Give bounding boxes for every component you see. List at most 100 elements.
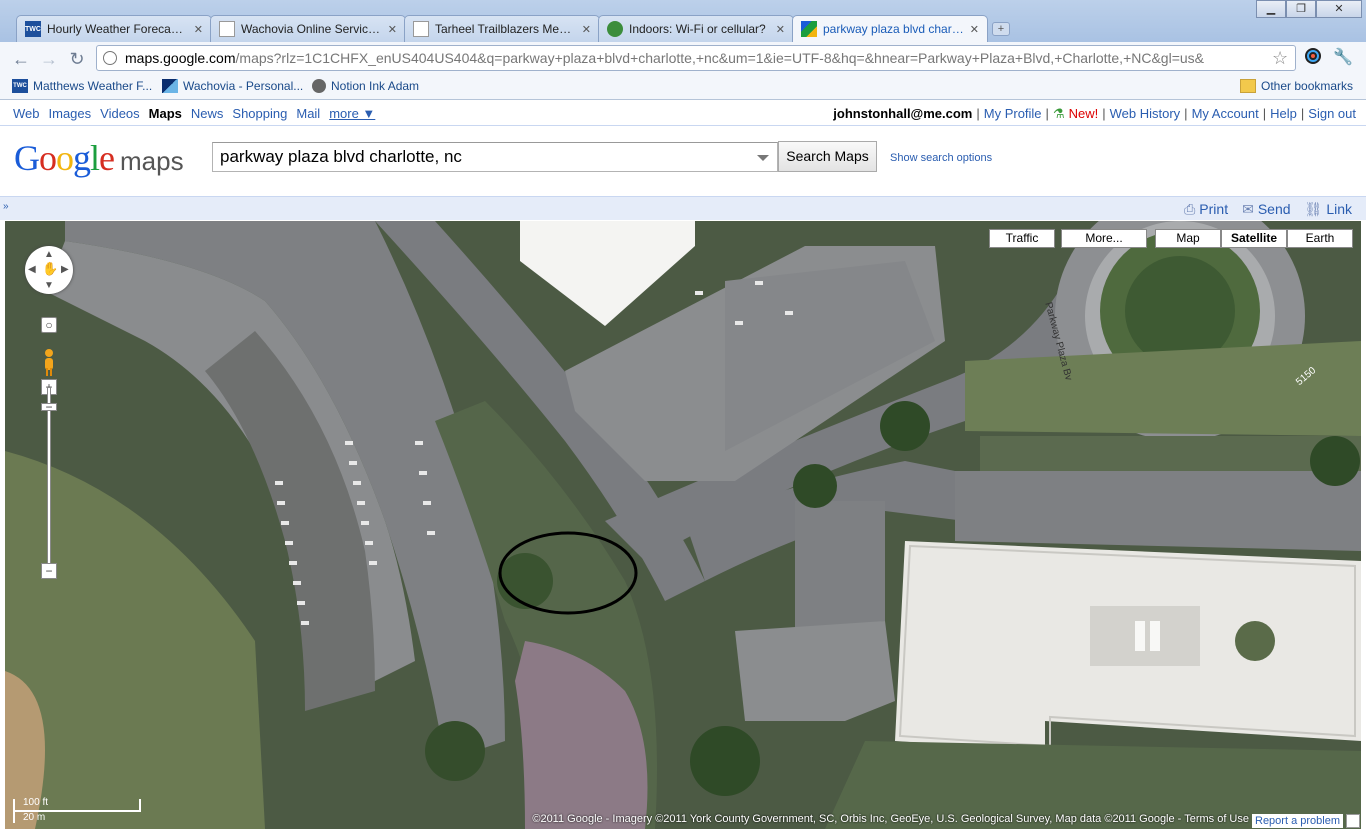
twc-icon: TWC <box>25 21 41 37</box>
tab-trailblazers[interactable]: Tarheel Trailblazers Mess... ✕ <box>404 15 600 42</box>
address-bar[interactable]: maps.google.com/maps?rlz=1C1CHFX_enUS404… <box>96 45 1296 71</box>
tab-google-maps[interactable]: parkway plaza blvd charl... ✕ <box>792 15 988 42</box>
pan-control[interactable]: ▲ ◀ ▶ ▼ ✋ <box>25 246 73 294</box>
map-type-map[interactable]: Map <box>1155 229 1221 248</box>
zoom-slider-thumb[interactable]: − <box>41 401 57 413</box>
close-tab-icon[interactable]: ✕ <box>776 23 785 36</box>
more-layers-button[interactable]: More... <box>1061 229 1147 248</box>
close-tab-icon[interactable]: ✕ <box>970 23 979 36</box>
maximize-button[interactable]: ❐ <box>1286 0 1316 18</box>
search-maps-button[interactable]: Search Maps <box>778 141 877 172</box>
pan-right-icon[interactable]: ▶ <box>61 264 69 275</box>
other-bookmarks-label: Other bookmarks <box>1261 79 1354 93</box>
my-profile-link[interactable]: My Profile <box>984 106 1042 122</box>
web-history-link[interactable]: Web History <box>1110 106 1181 122</box>
map-type-earth[interactable]: Earth <box>1287 229 1353 248</box>
gbar-news[interactable]: News <box>191 106 224 121</box>
gbar-more[interactable]: more ▼ <box>329 106 375 121</box>
folder-icon <box>1240 79 1256 93</box>
link-label: Link <box>1326 201 1352 217</box>
new-tab-button[interactable]: + <box>992 22 1010 36</box>
street-view-pegman-icon[interactable] <box>41 348 57 376</box>
logo-letter: g <box>73 138 91 178</box>
zoom-slider[interactable] <box>47 387 51 573</box>
bookmark-label: Wachovia - Personal... <box>183 79 304 93</box>
gbar-mail[interactable]: Mail <box>296 106 320 121</box>
url-host: maps.google.com <box>125 50 236 66</box>
forward-icon[interactable]: → <box>38 48 60 70</box>
tab-strip: TWC Hourly Weather Forecast ... ✕ Wachov… <box>0 0 1366 42</box>
separator: | <box>1300 106 1305 121</box>
close-tab-icon[interactable]: ✕ <box>194 23 203 36</box>
close-tab-icon[interactable]: ✕ <box>582 23 591 36</box>
globe-icon <box>607 21 623 37</box>
separator: | <box>976 106 980 121</box>
close-window-button[interactable]: ✕ <box>1316 0 1362 18</box>
print-link[interactable]: ⎙ Print <box>1184 201 1228 218</box>
bookmark-star-icon[interactable]: ☆ <box>1272 48 1288 69</box>
traffic-button[interactable]: Traffic <box>989 229 1055 248</box>
twc-icon: TWC <box>12 79 28 93</box>
google-maps-logo[interactable]: Google maps <box>14 137 184 179</box>
report-problem-link[interactable]: Report a problem <box>1252 814 1343 828</box>
tab-indoors[interactable]: Indoors: Wi-Fi or cellular? ✕ <box>598 15 794 42</box>
wrench-icon[interactable]: 🔧 <box>1333 47 1353 67</box>
bookmark-item[interactable]: Notion Ink Adam <box>312 79 419 93</box>
gbar-shopping[interactable]: Shopping <box>232 106 287 121</box>
close-tab-icon[interactable]: ✕ <box>388 23 397 36</box>
logo-letter: o <box>56 138 74 178</box>
other-bookmarks[interactable]: Other bookmarks <box>1240 79 1353 93</box>
url-path: /maps?rlz=1C1CHFX_enUS404US404&q=parkway… <box>235 50 1205 66</box>
show-search-options-link[interactable]: Show search options <box>890 152 992 164</box>
extension-icon[interactable] <box>1303 47 1323 67</box>
labs-new-link[interactable]: New! <box>1069 106 1099 122</box>
bookmark-label: Matthews Weather F... <box>33 79 153 93</box>
page-icon <box>219 21 235 37</box>
logo-letter: l <box>90 138 100 178</box>
tab-label: Tarheel Trailblazers Mess... <box>435 22 576 36</box>
page-icon <box>413 21 429 37</box>
rotate-control-icon[interactable]: ○ <box>41 317 57 333</box>
satellite-map[interactable]: Parkway Plaza Bv 5150 Traffic More... Ma… <box>5 221 1361 829</box>
map-scale: 100 ft 20 m <box>13 797 145 825</box>
pan-up-icon[interactable]: ▲ <box>44 249 54 260</box>
minimize-button[interactable]: ▁ <box>1256 0 1286 18</box>
bookmark-item[interactable]: Wachovia - Personal... <box>162 79 303 93</box>
tab-label: Hourly Weather Forecast ... <box>47 22 188 36</box>
user-email: johnstonhall@me.com <box>833 106 973 121</box>
zoom-control: ○ <box>41 317 57 333</box>
notion-ink-icon <box>312 79 326 93</box>
search-input[interactable]: parkway plaza blvd charlotte, nc <box>212 142 778 172</box>
sign-out-link[interactable]: Sign out <box>1308 106 1356 122</box>
expand-panel-icon[interactable]: » <box>3 201 17 215</box>
pan-left-icon[interactable]: ◀ <box>28 264 36 275</box>
gbar-images[interactable]: Images <box>49 106 92 121</box>
dropdown-arrow-icon[interactable] <box>757 155 769 161</box>
google-maps-icon <box>801 21 817 37</box>
zoom-out-button[interactable]: − <box>41 563 57 579</box>
my-account-link[interactable]: My Account <box>1192 106 1259 122</box>
account-links: johnstonhall@me.com | My Profile | ⚗ New… <box>833 106 1356 122</box>
scale-meters: 20 m <box>23 812 46 823</box>
bookmark-label: Notion Ink Adam <box>331 79 420 93</box>
gbar-web[interactable]: Web <box>13 106 40 121</box>
link-link[interactable]: ⛓ Link <box>1305 201 1352 218</box>
globe-icon <box>103 51 117 65</box>
resize-handle-icon[interactable] <box>1346 814 1360 828</box>
back-icon[interactable]: ← <box>10 48 32 70</box>
help-link[interactable]: Help <box>1270 106 1297 122</box>
tab-weather[interactable]: TWC Hourly Weather Forecast ... ✕ <box>16 15 212 42</box>
map-type-satellite[interactable]: Satellite <box>1221 229 1287 248</box>
separator: | <box>1102 106 1106 121</box>
wachovia-icon <box>162 79 178 93</box>
gbar-videos[interactable]: Videos <box>100 106 140 121</box>
tab-wachovia[interactable]: Wachovia Online Service... ✕ <box>210 15 406 42</box>
bookmark-item[interactable]: TWC Matthews Weather F... <box>12 79 152 93</box>
tab-label: Indoors: Wi-Fi or cellular? <box>629 22 766 36</box>
tab-label: parkway plaza blvd charl... <box>823 22 964 36</box>
gbar-maps: Maps <box>148 106 182 121</box>
send-link[interactable]: ✉ Send <box>1242 201 1290 218</box>
separator: | <box>1045 106 1049 121</box>
pan-down-icon[interactable]: ▼ <box>44 280 54 291</box>
reload-icon[interactable]: ↻ <box>66 48 88 70</box>
